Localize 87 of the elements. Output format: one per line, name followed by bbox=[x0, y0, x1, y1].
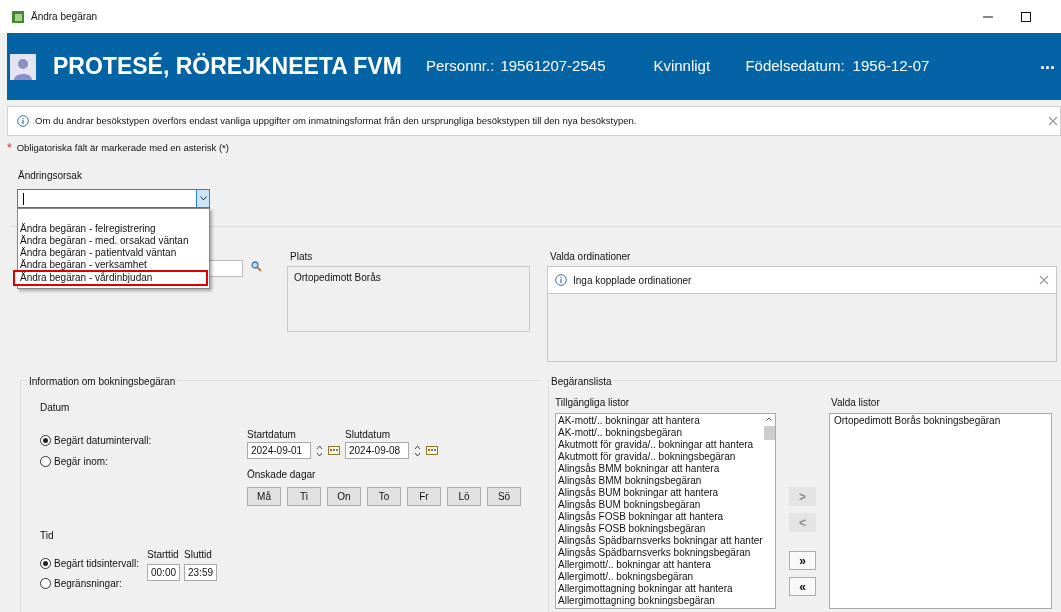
end-time-label: Sluttid bbox=[184, 548, 212, 562]
radio-button[interactable] bbox=[40, 435, 51, 446]
close-icon[interactable] bbox=[1048, 116, 1058, 126]
start-date-label: Startdatum bbox=[247, 428, 296, 442]
radio-label: Begränsningar: bbox=[54, 577, 122, 591]
list-item[interactable]: Akutmott för gravida/.. bokningar att hantera bbox=[558, 439, 754, 451]
chevron-down-icon bbox=[199, 196, 207, 201]
days-label: Önskade dagar bbox=[247, 468, 316, 482]
dropdown-option[interactable]: Ändra begäran - patientvald väntan bbox=[18, 247, 209, 259]
dropdown-toggle[interactable] bbox=[196, 190, 209, 207]
list-item[interactable]: Alingsås BMM bokningar att hantera bbox=[558, 463, 720, 475]
scrollbar-thumb[interactable] bbox=[763, 426, 775, 440]
list-item[interactable]: AK-mott/.. bokningar att hantera bbox=[558, 415, 700, 427]
list-item[interactable]: Allergimott/.. bokningar att hantera bbox=[558, 559, 711, 571]
radio-button[interactable] bbox=[40, 578, 51, 589]
radio-label: Begär inom: bbox=[54, 455, 108, 469]
list-item[interactable]: Akutmott för gravida/.. bokningsbegäran bbox=[558, 451, 736, 463]
dropdown-option[interactable]: Ändra begäran - med. orsakad väntan bbox=[18, 235, 209, 247]
search-icon[interactable] bbox=[251, 261, 262, 272]
dropdown-option[interactable]: Ändra begäran - vårdinbjudan bbox=[14, 271, 207, 285]
selected-label: Valda listor bbox=[831, 396, 880, 410]
window-title: Ändra begäran bbox=[31, 10, 98, 24]
place-value: Ortopedimott Borås bbox=[294, 272, 381, 283]
list-item[interactable]: Alingsås BMM bokningsbegäran bbox=[558, 475, 702, 487]
weekday-button[interactable]: On bbox=[327, 487, 361, 506]
time-field[interactable]: 23:59 bbox=[184, 564, 217, 581]
list-item[interactable]: Allergimott/.. bokningsbegäran bbox=[558, 571, 694, 583]
radio-button[interactable] bbox=[40, 456, 51, 467]
list-item[interactable]: Alingsås FOSB bokningsbegäran bbox=[558, 523, 706, 535]
time-heading: Tid bbox=[40, 529, 54, 543]
radio-button[interactable] bbox=[40, 558, 51, 569]
birthdate-value: 1956-12-07 bbox=[852, 56, 930, 77]
list-item[interactable]: Ortopedimott Borås bokningsbegäran bbox=[834, 415, 1001, 428]
weekday-button[interactable]: Må bbox=[247, 487, 281, 506]
calendar-icon[interactable] bbox=[328, 446, 340, 455]
transfer-button[interactable]: » bbox=[789, 551, 816, 570]
info-icon bbox=[555, 274, 567, 286]
orders-label: Valda ordinationer bbox=[550, 250, 631, 264]
list-item[interactable]: Allergimottagning bokningsbegäran bbox=[558, 595, 715, 607]
required-note: Obligatoriska fält är markerade med en asterisk (*) bbox=[16, 140, 229, 155]
patient-name: PROTESÉ, RÖREJKNEETA FVM bbox=[53, 51, 403, 82]
radio-label: Begärt datumintervall: bbox=[54, 434, 152, 448]
list-item[interactable]: AK-mott/.. bokningsbegäran bbox=[558, 427, 682, 439]
change-reason-label: Ändringsorsak bbox=[18, 169, 82, 183]
group-title: Begäranslista bbox=[550, 374, 613, 389]
close-icon[interactable] bbox=[1039, 275, 1049, 285]
list-item[interactable]: Alingsås BUM bokningar att hantera bbox=[558, 487, 719, 499]
avatar-icon bbox=[10, 53, 36, 80]
time-field[interactable]: 00:00 bbox=[147, 564, 180, 581]
maximize-icon[interactable] bbox=[1021, 11, 1031, 22]
weekday-button[interactable]: Lö bbox=[447, 487, 481, 506]
spinner-icon[interactable] bbox=[316, 443, 323, 458]
transfer-button[interactable]: « bbox=[789, 577, 816, 596]
dropdown-option[interactable]: Ändra begäran - felregistrering bbox=[18, 223, 209, 235]
weekday-button[interactable]: To bbox=[367, 487, 401, 506]
spinner-icon[interactable] bbox=[414, 443, 421, 458]
app-icon bbox=[12, 10, 24, 23]
group-title: Information om bokningsbegäran bbox=[27, 374, 178, 389]
list-item[interactable]: Alingsås FOSB bokningar att hantera bbox=[558, 511, 724, 523]
list-item[interactable]: Alingsås BUM bokningsbegäran bbox=[558, 499, 701, 511]
available-label: Tillgängliga listor bbox=[555, 396, 630, 410]
asterisk: * bbox=[7, 142, 12, 154]
info-icon bbox=[17, 115, 29, 127]
gender-text: Kvinnligt bbox=[653, 56, 712, 77]
orders-message: Inga kopplade ordinationer bbox=[573, 273, 692, 288]
scroll-up-icon[interactable] bbox=[766, 417, 772, 421]
date-field[interactable]: 2024-09-08 bbox=[345, 442, 409, 459]
date-heading: Datum bbox=[40, 401, 70, 415]
end-date-label: Slutdatum bbox=[345, 428, 391, 442]
radio-label: Begärt tidsintervall: bbox=[54, 557, 140, 571]
personnr-label: Personnr.: bbox=[426, 56, 495, 77]
list-item[interactable]: Alingsås Spädbarnsverks bokningar att hanter bbox=[558, 535, 763, 547]
place-label: Plats bbox=[290, 250, 313, 264]
date-field[interactable]: 2024-09-01 bbox=[247, 442, 311, 459]
personnr-value: 19561207-2545 bbox=[500, 56, 607, 77]
dropdown-option[interactable]: Ändra begäran - verksamhet bbox=[18, 259, 209, 271]
list-item[interactable]: Alingsås Spädbarnsverks bokningsbegäran bbox=[558, 547, 751, 559]
weekday-button[interactable]: Ti bbox=[287, 487, 321, 506]
list-item[interactable]: Allergimottagning bokningar att hantera bbox=[558, 583, 733, 595]
start-time-label: Starttid bbox=[147, 548, 179, 562]
birthdate-label: Födelsedatum: bbox=[745, 56, 845, 77]
calendar-icon[interactable] bbox=[426, 446, 438, 455]
weekday-button[interactable]: Fr bbox=[407, 487, 441, 506]
more-button[interactable]: ... bbox=[1040, 50, 1055, 77]
info-text: Om du ändrar besökstypen överförs endast vanliga uppgifter om inmatningsformat från den ursprungliga besökstypen till den nya besökstypen. bbox=[35, 113, 637, 128]
weekday-button[interactable]: Sö bbox=[487, 487, 521, 506]
change-reason-dropdown[interactable] bbox=[17, 189, 210, 208]
